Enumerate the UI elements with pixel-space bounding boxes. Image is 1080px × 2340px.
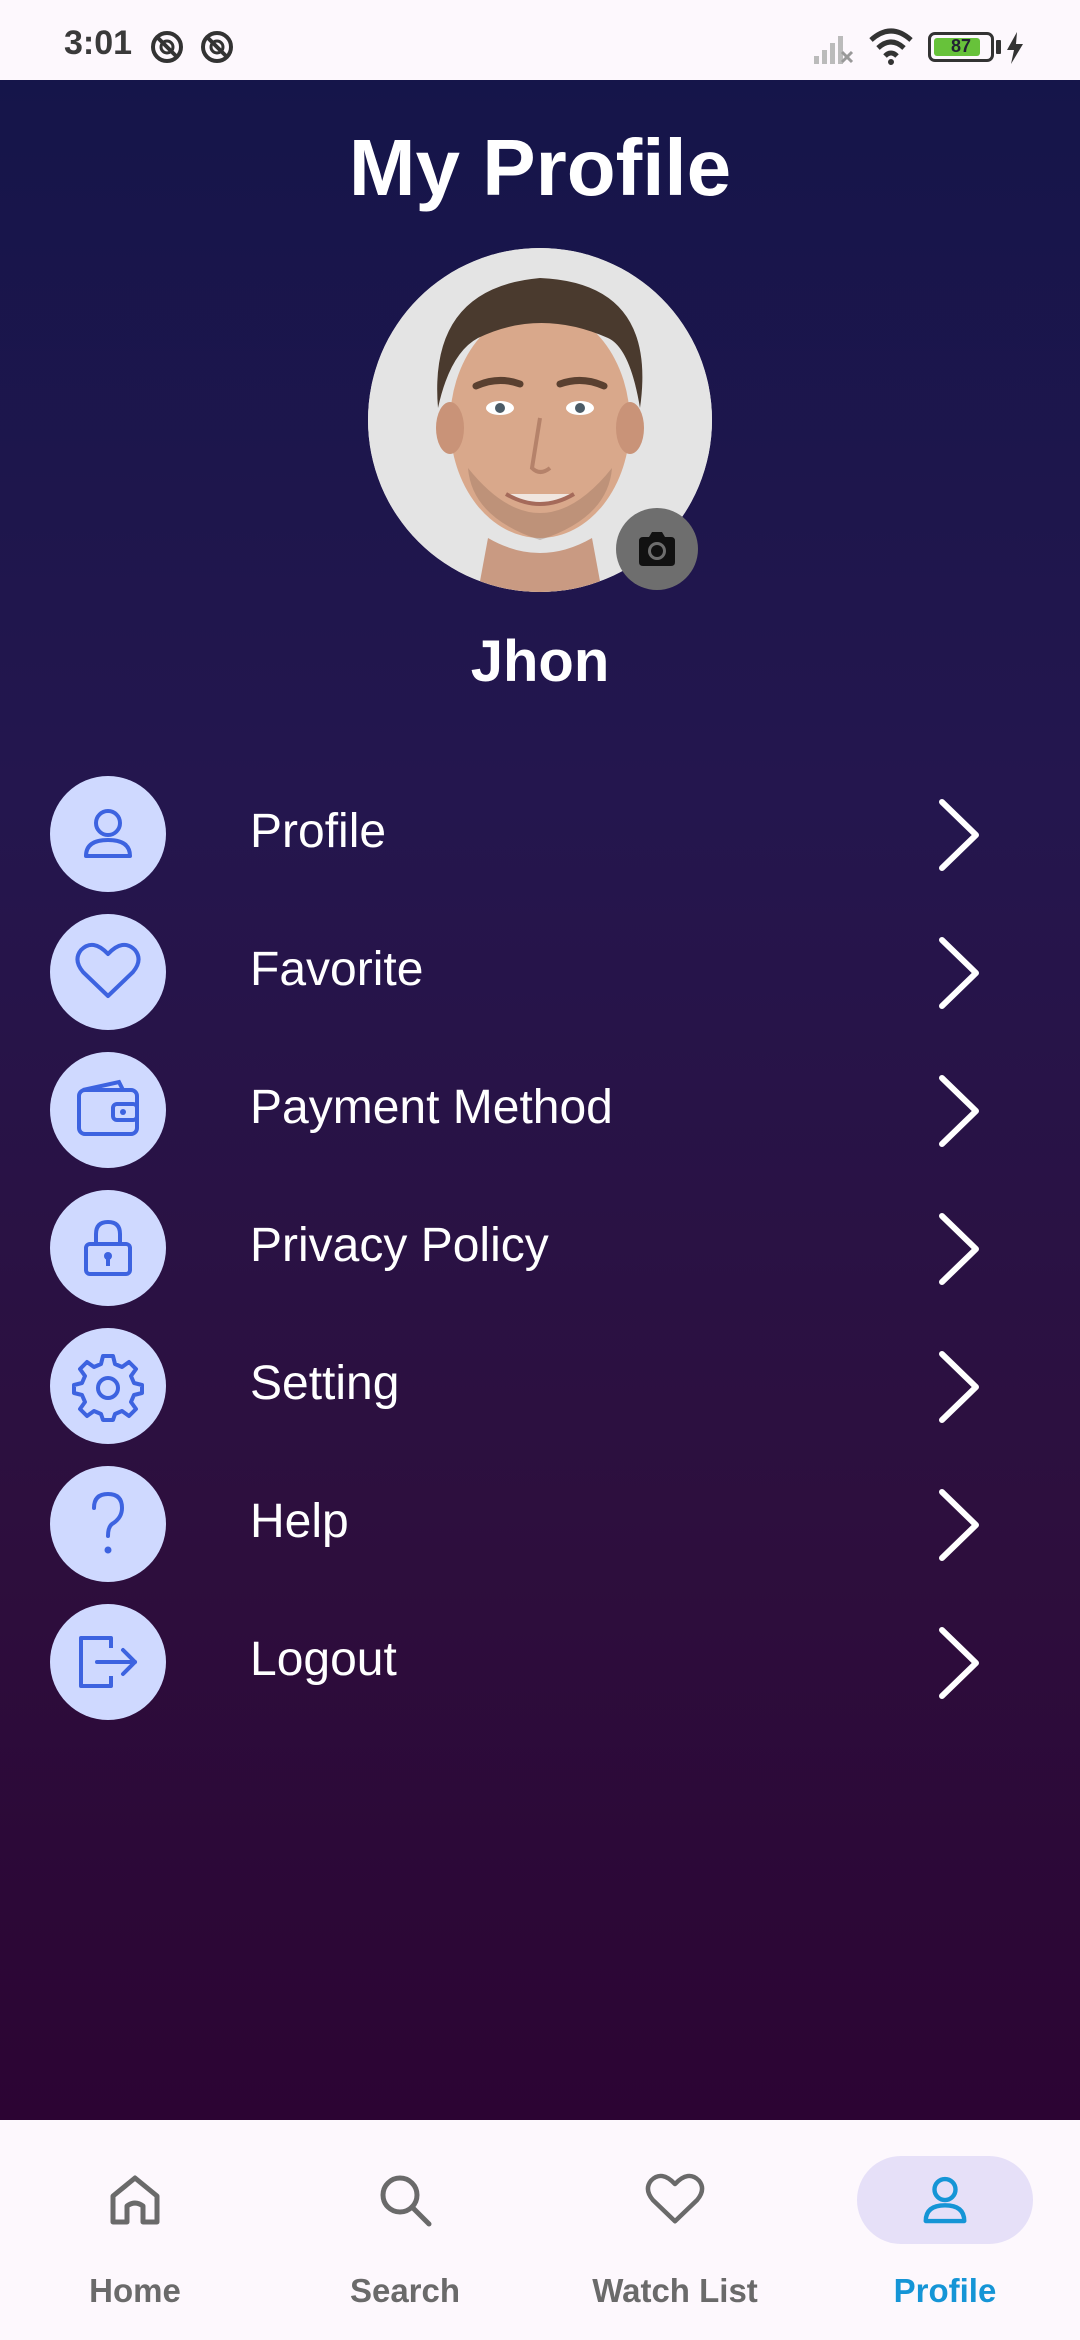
nav-item-profile[interactable]: Profile	[810, 2120, 1080, 2340]
lock-icon	[84, 1219, 132, 1276]
menu-item-help[interactable]: Help	[48, 1466, 1008, 1584]
user-name: Jhon	[470, 629, 610, 694]
change-photo-button[interactable]	[616, 508, 698, 590]
home-icon	[110, 2175, 160, 2225]
menu-icon-circle	[50, 1052, 166, 1168]
menu-item-favorite[interactable]: Favorite	[48, 914, 1008, 1032]
battery-cap	[996, 40, 1001, 54]
menu-item-label: Setting	[250, 1357, 400, 1410]
gear-icon	[72, 1354, 144, 1422]
heart-icon	[75, 942, 141, 998]
menu-icon-circle	[50, 1604, 166, 1720]
battery-text: 87	[950, 36, 972, 56]
menu-icon-circle	[50, 1466, 166, 1582]
chevron-right-icon	[939, 1213, 979, 1285]
charging-bolt-icon	[1007, 32, 1023, 64]
chevron-right-icon	[939, 1075, 979, 1147]
nav-icon-wrap	[587, 2156, 763, 2244]
logout-icon	[79, 1636, 137, 1688]
menu-icon-circle	[50, 1190, 166, 1306]
page-title: My Profile	[348, 123, 732, 212]
nav-icon-wrap	[47, 2156, 223, 2244]
menu-item-label: Favorite	[250, 943, 424, 996]
status-bar: 3:01 87	[0, 0, 1080, 80]
chevron-right-icon	[939, 1351, 979, 1423]
wallet-icon	[77, 1079, 139, 1136]
wifi-icon	[869, 28, 913, 65]
menu-item-label: Help	[250, 1495, 349, 1548]
chevron-right-icon	[939, 1627, 979, 1699]
camera-icon	[639, 532, 675, 566]
menu-item-logout[interactable]: Logout	[48, 1604, 1008, 1722]
nav-label: Watch List	[592, 2272, 758, 2309]
dnd-icon	[201, 31, 233, 63]
signal-icon	[814, 36, 854, 64]
menu-icon-circle	[50, 914, 166, 1030]
dnd-icon	[151, 31, 183, 63]
nav-icon-wrap	[317, 2156, 493, 2244]
menu-item-payment-method[interactable]: Payment Method	[48, 1052, 1008, 1170]
main-content: My Profile Jhon Profile Favorite Payment…	[0, 80, 1080, 2120]
menu-item-label: Profile	[250, 805, 387, 858]
menu-item-setting[interactable]: Setting	[48, 1328, 1008, 1446]
battery-indicator: 87	[928, 32, 994, 62]
nav-label: Home	[89, 2272, 181, 2309]
nav-label: Search	[349, 2272, 461, 2309]
chevron-right-icon	[939, 1489, 979, 1561]
chevron-right-icon	[939, 799, 979, 871]
menu-icon-circle	[50, 776, 166, 892]
menu-item-profile[interactable]: Profile	[48, 776, 1008, 894]
nav-item-watch-list[interactable]: Watch List	[540, 2120, 810, 2340]
user-icon	[923, 2176, 967, 2224]
bottom-nav: Home Search Watch List Profile	[0, 2120, 1080, 2340]
user-icon	[84, 809, 132, 858]
search-icon	[380, 2175, 432, 2227]
status-time: 3:01	[64, 24, 133, 62]
nav-item-search[interactable]: Search	[270, 2120, 540, 2340]
nav-label: Profile	[893, 2272, 997, 2309]
nav-item-home[interactable]: Home	[0, 2120, 270, 2340]
menu-item-label: Privacy Policy	[250, 1219, 549, 1272]
menu-item-label: Payment Method	[250, 1081, 613, 1134]
menu-icon-circle	[50, 1328, 166, 1444]
nav-active-indicator	[857, 2156, 1033, 2244]
menu-item-label: Logout	[250, 1633, 397, 1686]
menu-item-privacy-policy[interactable]: Privacy Policy	[48, 1190, 1008, 1308]
heart-icon	[645, 2173, 705, 2224]
chevron-right-icon	[939, 937, 979, 1009]
question-icon	[92, 1491, 125, 1554]
